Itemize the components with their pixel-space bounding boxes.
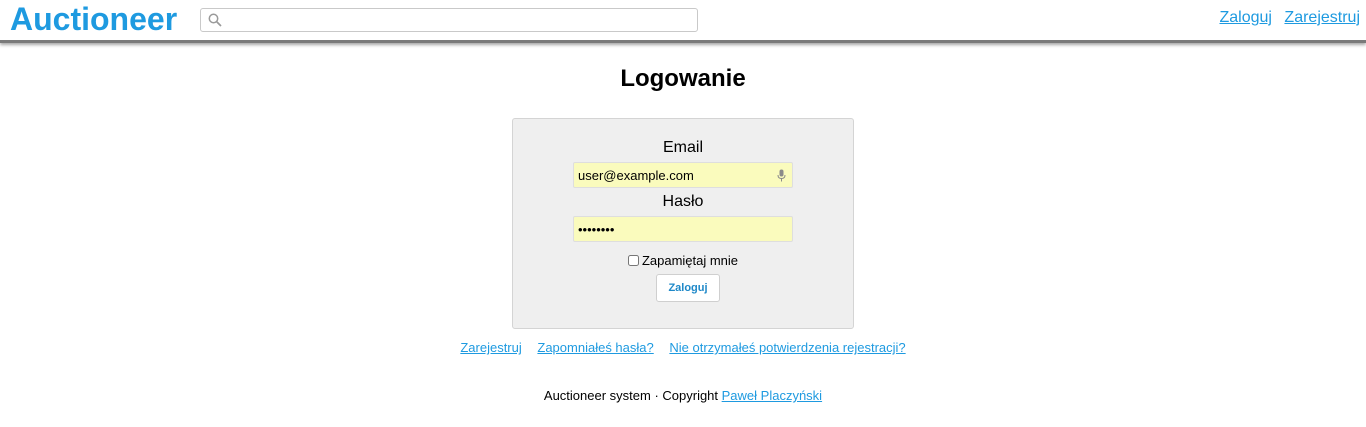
page-title: Logowanie — [620, 65, 746, 92]
email-field-wrapper — [573, 162, 793, 188]
register-link-bottom[interactable]: Zarejestruj — [460, 340, 521, 355]
forgot-password-link[interactable]: Zapomniałeś hasła? — [537, 340, 653, 355]
email-label: Email — [662, 139, 703, 156]
author-link[interactable]: Paweł Placzyński — [722, 388, 822, 403]
remember-me-row: Zapamiętaj mnie — [513, 253, 853, 269]
remember-me-checkbox[interactable] — [627, 255, 639, 266]
login-panel: Email Hasło Zapamiętaj mnie Zaloguj — [512, 118, 854, 329]
brand-logo-link[interactable]: Auctioneer — [10, 1, 177, 37]
remember-me-label[interactable]: Zapamiętaj mnie — [642, 253, 738, 268]
resend-confirmation-link[interactable]: Nie otrzymałeś potwierdzenia rejestracji… — [669, 340, 905, 355]
header-nav: Zaloguj Zarejestruj — [1211, 9, 1360, 27]
search-input[interactable] — [227, 10, 697, 32]
login-button[interactable]: Zaloguj — [656, 274, 720, 302]
email-field[interactable] — [578, 166, 768, 184]
password-field-wrapper — [573, 216, 793, 242]
login-link[interactable]: Zaloguj — [1219, 9, 1271, 26]
auth-links: Zarejestruj Zapomniałeś hasła? Nie otrzy… — [0, 340, 1366, 355]
search-box[interactable] — [200, 8, 698, 32]
top-navbar: Auctioneer Zaloguj Zarejestruj — [0, 0, 1366, 43]
register-link[interactable]: Zarejestruj — [1284, 9, 1360, 26]
footer-text: Auctioneer system · Copyright — [543, 388, 722, 403]
footer: Auctioneer system · Copyright Paweł Plac… — [0, 388, 1366, 403]
search-icon — [208, 13, 222, 27]
password-field[interactable] — [578, 220, 768, 238]
microphone-icon[interactable] — [777, 169, 786, 182]
password-label: Hasło — [662, 193, 704, 210]
